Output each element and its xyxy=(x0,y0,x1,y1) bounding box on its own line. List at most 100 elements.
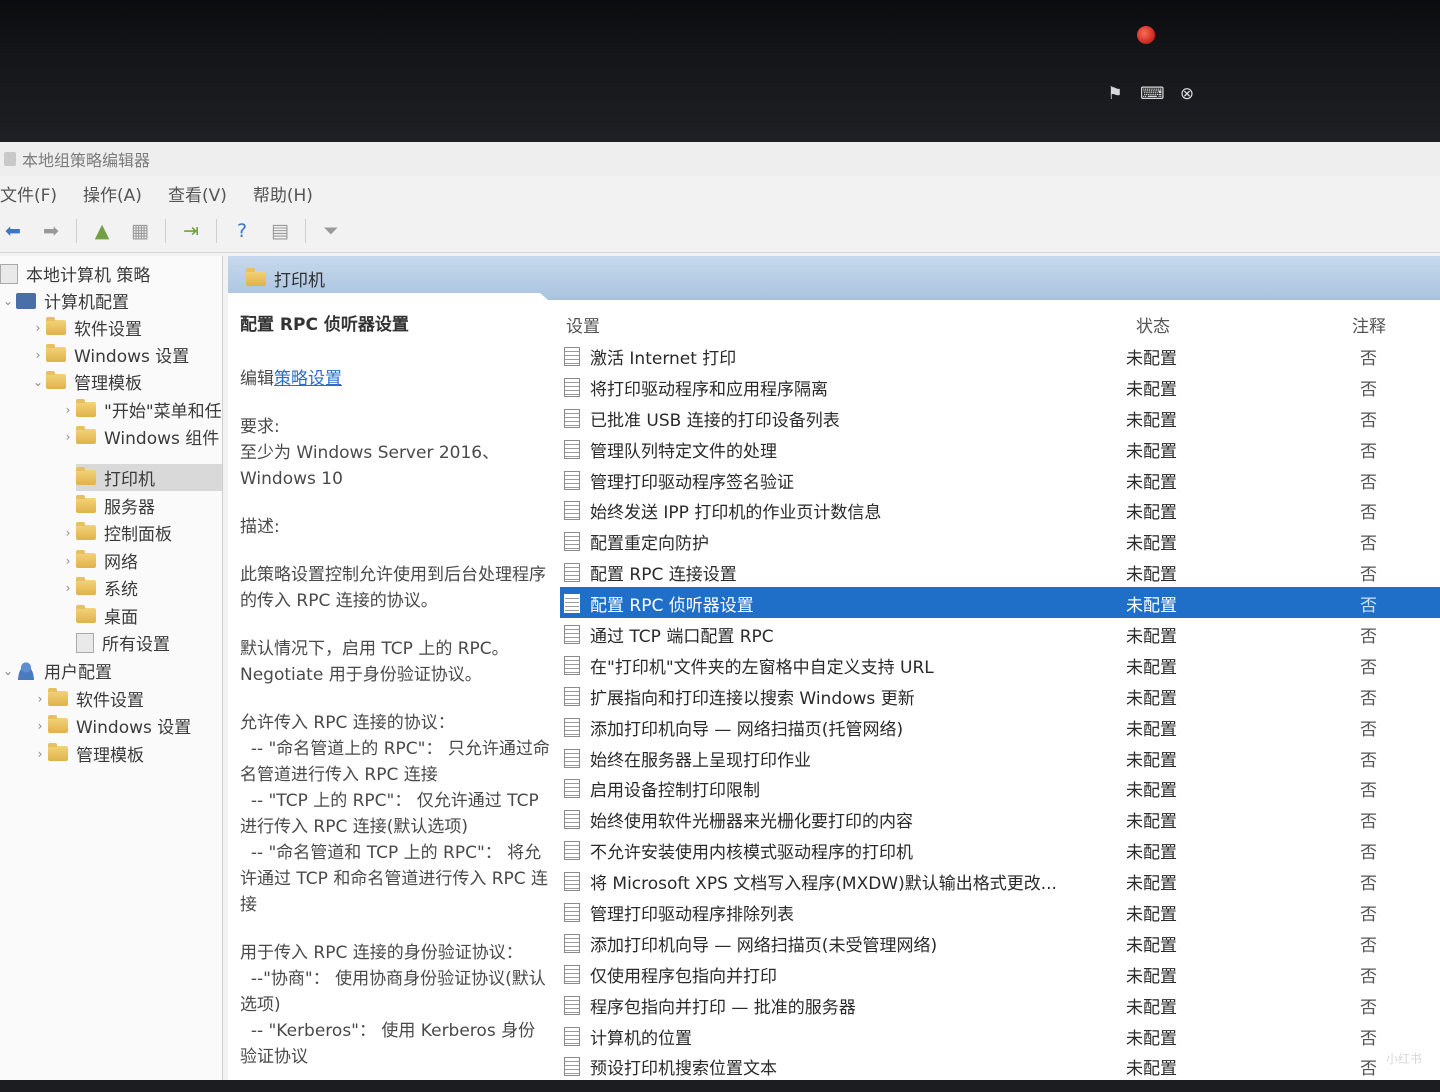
chevron-right-icon[interactable]: › xyxy=(32,692,48,706)
tree-computer-windows[interactable]: › Windows 设置 xyxy=(30,341,189,368)
tree-user-software[interactable]: › 软件设置 xyxy=(32,685,144,712)
tree-admin-components[interactable]: › Windows 组件 xyxy=(60,423,219,450)
tree-label: Windows 设置 xyxy=(74,347,190,367)
policy-setting-icon xyxy=(564,347,580,366)
tree-admin-server[interactable]: 服务器 xyxy=(60,492,155,519)
chevron-down-icon[interactable]: ⌄ xyxy=(0,294,16,308)
table-row[interactable]: 添加打印机向导 — 网络扫描页(托管网络) 未配置 否 xyxy=(560,711,1440,742)
table-row[interactable]: 始终使用软件光栅器来光栅化要打印的内容 未配置 否 xyxy=(560,803,1440,834)
setting-note: 否 xyxy=(1360,503,1377,524)
flag-icon[interactable]: ⚑ xyxy=(1104,84,1126,104)
export-list-icon[interactable]: ⇥ xyxy=(178,218,204,244)
table-row[interactable]: 激活 Internet 打印 未配置 否 xyxy=(560,340,1440,371)
window-title: 本地组策略编辑器 xyxy=(22,151,151,170)
table-row[interactable]: 将打印驱动程序和应用程序隔离 未配置 否 xyxy=(560,371,1440,402)
table-row[interactable]: 计算机的位置 未配置 否 xyxy=(560,1020,1440,1051)
chevron-right-icon[interactable]: › xyxy=(60,526,76,540)
close-circle-icon[interactable]: ⊗ xyxy=(1176,84,1198,104)
chevron-right-icon[interactable]: › xyxy=(60,554,76,568)
setting-note: 否 xyxy=(1360,719,1377,740)
tree-admin-system[interactable]: › 系统 xyxy=(60,574,138,601)
tree-label: 管理模板 xyxy=(76,746,144,766)
properties-icon[interactable]: ▤ xyxy=(267,218,293,244)
column-note[interactable]: 注释 xyxy=(1352,312,1386,337)
setting-name: 始终使用软件光栅器来光栅化要打印的内容 xyxy=(590,812,913,833)
filter-icon[interactable]: ⏷ xyxy=(318,218,344,244)
chevron-right-icon[interactable]: › xyxy=(30,321,46,335)
setting-name: 已批准 USB 连接的打印设备列表 xyxy=(590,410,840,431)
table-row[interactable]: 不允许安装使用内核模式驱动程序的打印机 未配置 否 xyxy=(560,834,1440,865)
menu-file[interactable]: 文件(F) xyxy=(0,181,57,206)
setting-name: 将打印驱动程序和应用程序隔离 xyxy=(590,379,828,400)
tree-admin-controlpanel[interactable]: › 控制面板 xyxy=(60,519,172,546)
setting-name: 始终发送 IPP 打印机的作业页计数信息 xyxy=(590,503,882,524)
table-row[interactable]: 配置重定向防护 未配置 否 xyxy=(560,525,1440,556)
column-setting[interactable]: 设置 xyxy=(566,312,600,337)
policy-setting-icon xyxy=(564,903,580,923)
table-row[interactable]: 程序包指向并打印 — 批准的服务器 未配置 否 xyxy=(560,989,1440,1020)
tree-user-admin[interactable]: › 管理模板 xyxy=(32,740,144,767)
forward-arrow-icon[interactable]: ➡ xyxy=(38,218,64,244)
chevron-right-icon[interactable]: › xyxy=(60,581,76,595)
chevron-right-icon[interactable]: › xyxy=(60,430,76,444)
chevron-right-icon[interactable]: › xyxy=(32,719,48,733)
chevron-down-icon[interactable]: ⌄ xyxy=(0,664,16,678)
up-folder-icon[interactable]: ▲ xyxy=(89,218,115,244)
table-row[interactable]: 管理打印驱动程序签名验证 未配置 否 xyxy=(560,464,1440,495)
menu-action[interactable]: 操作(A) xyxy=(83,181,142,206)
policy-setting-icon xyxy=(564,810,580,830)
help-icon[interactable]: ? xyxy=(229,218,255,244)
table-row[interactable]: 配置 RPC 侦听器设置 未配置 否 xyxy=(560,587,1440,619)
edit-policy-link[interactable]: 策略设置 xyxy=(274,369,342,389)
folder-icon xyxy=(76,550,96,568)
table-row[interactable]: 预设打印机搜索位置文本 未配置 否 xyxy=(560,1050,1440,1081)
table-row[interactable]: 已批准 USB 连接的打印设备列表 未配置 否 xyxy=(560,402,1440,433)
show-hide-tree-icon[interactable]: ▦ xyxy=(127,218,153,244)
tree-computer-config[interactable]: ⌄ 计算机配置 xyxy=(0,287,129,314)
tree-admin-printers[interactable]: 打印机 xyxy=(60,464,155,491)
table-row[interactable]: 添加打印机向导 — 网络扫描页(未受管理网络) 未配置 否 xyxy=(560,927,1440,958)
tree-label: 管理模板 xyxy=(74,374,142,394)
table-row[interactable]: 通过 TCP 端口配置 RPC 未配置 否 xyxy=(560,618,1440,649)
column-state[interactable]: 状态 xyxy=(1136,312,1170,337)
chevron-right-icon[interactable]: › xyxy=(30,348,46,362)
tree-label: 控制面板 xyxy=(104,525,172,545)
back-arrow-icon[interactable]: ⬅ xyxy=(0,218,26,244)
chevron-right-icon[interactable]: › xyxy=(60,403,76,417)
tree-user-config[interactable]: ⌄ 用户配置 xyxy=(0,657,112,684)
setting-note: 否 xyxy=(1360,935,1377,956)
tree-admin-desktop[interactable]: 桌面 xyxy=(60,602,138,629)
table-row[interactable]: 始终在服务器上呈现打印作业 未配置 否 xyxy=(560,742,1440,773)
table-row[interactable]: 始终发送 IPP 打印机的作业页计数信息 未配置 否 xyxy=(560,494,1440,525)
policy-title: 配置 RPC 侦听器设置 xyxy=(240,315,409,335)
table-row[interactable]: 仅使用程序包指向并打印 未配置 否 xyxy=(560,958,1440,989)
chevron-down-icon[interactable]: ⌄ xyxy=(30,375,46,389)
setting-name: 添加打印机向导 — 网络扫描页(未受管理网络) xyxy=(590,935,938,956)
table-row[interactable]: 扩展指向和打印连接以搜索 Windows 更新 未配置 否 xyxy=(560,680,1440,711)
table-row[interactable]: 将 Microsoft XPS 文档写入程序(MXDW)默认输出格式更改... 未… xyxy=(560,865,1440,896)
requirements: 要求: 至少为 Windows Server 2016、Windows 10 xyxy=(240,414,550,492)
tree-computer-software[interactable]: › 软件设置 xyxy=(30,314,142,341)
menu-help[interactable]: 帮助(H) xyxy=(253,181,313,206)
description-p2: 默认情况下，启用 TCP 上的 RPC。Negotiate 用于身份验证协议。 xyxy=(240,639,509,685)
chevron-right-icon[interactable]: › xyxy=(32,747,48,761)
tree-admin-startmenu[interactable]: › "开始"菜单和任 xyxy=(60,396,222,423)
keyboard-icon[interactable]: ⌨ xyxy=(1140,84,1165,104)
table-row[interactable]: 配置 RPC 连接设置 未配置 否 xyxy=(560,556,1440,587)
folder-icon xyxy=(46,344,66,362)
tree-user-windows[interactable]: › Windows 设置 xyxy=(32,712,191,739)
title-bar: 本地组策略编辑器 xyxy=(0,142,1440,176)
setting-state: 未配置 xyxy=(1126,1028,1177,1049)
tree-computer-admin[interactable]: ⌄ 管理模板 xyxy=(30,368,142,395)
table-row[interactable]: 启用设备控制打印限制 未配置 否 xyxy=(560,772,1440,803)
tree-root[interactable]: 本地计算机 策略 xyxy=(0,260,150,287)
table-row[interactable]: 管理打印驱动程序排除列表 未配置 否 xyxy=(560,896,1440,927)
menu-view[interactable]: 查看(V) xyxy=(168,181,227,206)
screen-bezel: ⚑ ⌨ ⊗ xyxy=(0,0,1440,145)
setting-state: 未配置 xyxy=(1126,812,1177,833)
setting-name: 将 Microsoft XPS 文档写入程序(MXDW)默认输出格式更改... xyxy=(590,874,1057,895)
tree-admin-allsettings[interactable]: 所有设置 xyxy=(60,629,170,656)
tree-admin-network[interactable]: › 网络 xyxy=(60,547,138,574)
table-row[interactable]: 在"打印机"文件夹的左窗格中自定义支持 URL 未配置 否 xyxy=(560,649,1440,680)
table-row[interactable]: 管理队列特定文件的处理 未配置 否 xyxy=(560,433,1440,464)
